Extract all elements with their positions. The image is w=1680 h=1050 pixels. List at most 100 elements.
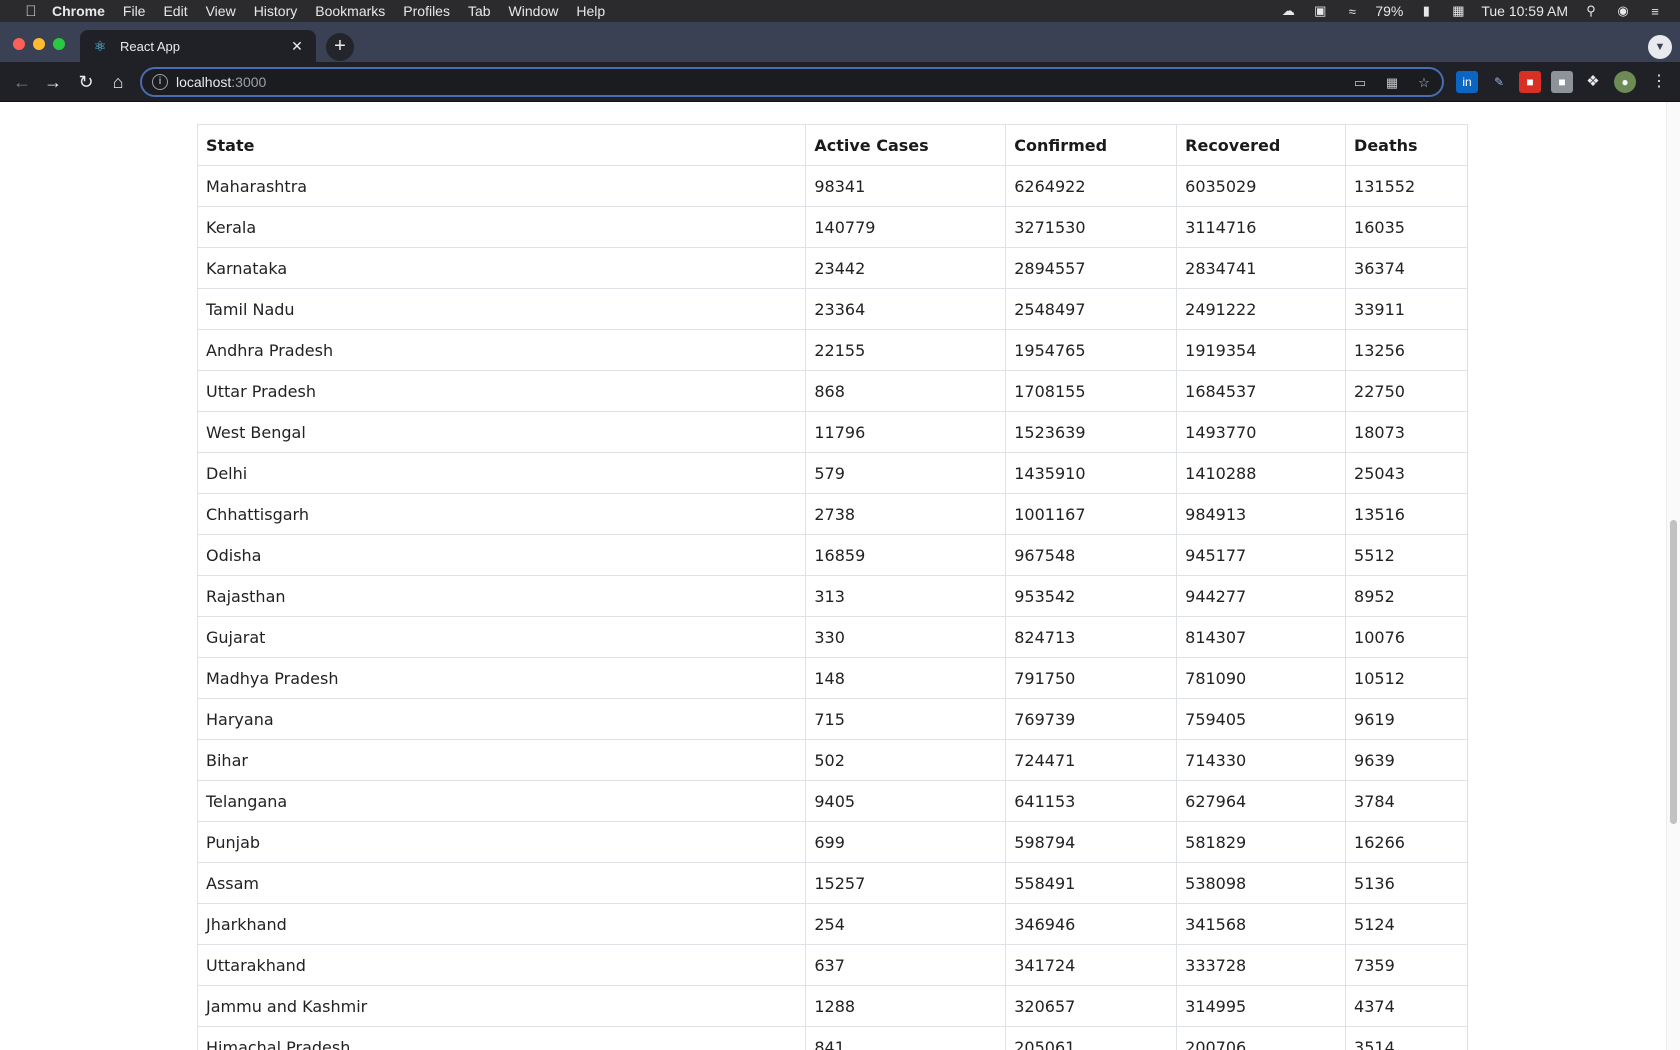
cell-deaths: 4374 <box>1345 985 1468 1027</box>
apple-menu-icon[interactable]:  <box>20 3 42 20</box>
browser-tab-active[interactable]: ⚛ React App ✕ <box>80 30 316 62</box>
table-row: Madhya Pradesh 148 791750 781090 10512 <box>196 657 1468 699</box>
control-center-icon[interactable]: ≡ <box>1646 4 1664 19</box>
cell-recovered: 1410288 <box>1176 452 1347 494</box>
menu-app-chrome[interactable]: Chrome <box>52 3 105 19</box>
cell-active-cases: 16859 <box>805 534 1007 576</box>
table-row: Delhi 579 1435910 1410288 25043 <box>196 452 1468 494</box>
menu-clock[interactable]: Tue 10:59 AM <box>1481 3 1568 19</box>
cell-state: Jharkhand <box>196 903 807 945</box>
cell-active-cases: 11796 <box>805 411 1007 453</box>
bookmark-star-icon[interactable]: ☆ <box>1414 73 1434 93</box>
cell-deaths: 13256 <box>1345 329 1468 371</box>
cell-recovered: 714330 <box>1176 739 1347 781</box>
cell-active-cases: 715 <box>805 698 1007 740</box>
creative-cloud-icon[interactable]: ☁ <box>1279 3 1297 18</box>
cell-recovered: 333728 <box>1176 944 1347 986</box>
home-icon[interactable]: ⌂ <box>106 70 130 94</box>
cell-confirmed: 2548497 <box>1005 288 1178 330</box>
cell-confirmed: 2894557 <box>1005 247 1178 289</box>
cell-confirmed: 1954765 <box>1005 329 1178 371</box>
notes-icon[interactable]: ▣ <box>1311 3 1329 18</box>
table-row: Haryana 715 769739 759405 9619 <box>196 698 1468 740</box>
forward-arrow-icon[interactable]: → <box>41 70 65 94</box>
cell-active-cases: 254 <box>805 903 1007 945</box>
cell-deaths: 16035 <box>1345 206 1468 248</box>
table-row: Assam 15257 558491 538098 5136 <box>196 862 1468 904</box>
cell-deaths: 131552 <box>1345 165 1468 207</box>
calendar-icon[interactable]: ▦ <box>1449 3 1467 18</box>
window-zoom-button[interactable] <box>53 38 65 50</box>
window-minimize-button[interactable] <box>33 38 45 50</box>
cell-confirmed: 1001167 <box>1005 493 1178 535</box>
cell-state: Uttarakhand <box>196 944 807 986</box>
cell-deaths: 33911 <box>1345 288 1468 330</box>
table-body: Maharashtra 98341 6264922 6035029 131552 Kera… <box>196 165 1468 1050</box>
table-row: Odisha 16859 967548 945177 5512 <box>196 534 1468 576</box>
menu-tab[interactable]: Tab <box>468 3 491 19</box>
header-state: State <box>196 124 807 166</box>
cell-confirmed: 641153 <box>1005 780 1178 822</box>
cell-deaths: 3784 <box>1345 780 1468 822</box>
page-scrollbar[interactable] <box>1666 102 1680 1050</box>
cell-recovered: 2491222 <box>1176 288 1347 330</box>
cell-state: Haryana <box>196 698 807 740</box>
cell-recovered: 1919354 <box>1176 329 1347 371</box>
red-extension-icon[interactable]: ■ <box>1519 71 1541 93</box>
cell-recovered: 781090 <box>1176 657 1347 699</box>
profile-avatar[interactable]: ● <box>1614 71 1636 93</box>
wifi-icon[interactable]: ≈ <box>1343 4 1361 19</box>
menu-history[interactable]: History <box>254 3 298 19</box>
state-cases-table: State Active Cases Confirmed Recovered D… <box>196 124 1468 1050</box>
cell-state: Himachal Pradesh <box>196 1026 807 1050</box>
scrollbar-thumb[interactable] <box>1670 520 1677 824</box>
new-tab-button[interactable]: + <box>326 33 354 61</box>
cell-recovered: 1493770 <box>1176 411 1347 453</box>
table-row: West Bengal 11796 1523639 1493770 18073 <box>196 411 1468 453</box>
address-bar[interactable]: i localhost:3000 ▭ ▦ ☆ <box>140 67 1444 97</box>
tab-close-icon[interactable]: ✕ <box>288 37 306 55</box>
cell-active-cases: 502 <box>805 739 1007 781</box>
cell-recovered: 814307 <box>1176 616 1347 658</box>
site-info-icon[interactable]: i <box>152 74 168 90</box>
cell-deaths: 10512 <box>1345 657 1468 699</box>
gray-extension-icon[interactable]: ■ <box>1551 71 1573 93</box>
cell-confirmed: 320657 <box>1005 985 1178 1027</box>
menu-window[interactable]: Window <box>509 3 559 19</box>
qr-code-icon[interactable]: ▦ <box>1382 73 1402 93</box>
menu-file[interactable]: File <box>123 3 146 19</box>
cell-state: Tamil Nadu <box>196 288 807 330</box>
table-row: Rajasthan 313 953542 944277 8952 <box>196 575 1468 617</box>
linkedin-extension-icon[interactable]: in <box>1456 71 1478 93</box>
cell-state: Jammu and Kashmir <box>196 985 807 1027</box>
cell-recovered: 984913 <box>1176 493 1347 535</box>
cell-deaths: 16266 <box>1345 821 1468 863</box>
extensions-puzzle-icon[interactable]: ❖ <box>1582 71 1604 93</box>
tab-search-icon[interactable]: ▼ <box>1648 35 1672 59</box>
menu-edit[interactable]: Edit <box>163 3 187 19</box>
cell-active-cases: 1288 <box>805 985 1007 1027</box>
spotlight-search-icon[interactable]: ⚲ <box>1582 3 1600 18</box>
menu-help[interactable]: Help <box>576 3 605 19</box>
pen-extension-icon[interactable]: ✎ <box>1488 71 1510 93</box>
browser-tab-strip: ⚛ React App ✕ + ▼ <box>0 22 1680 62</box>
cell-confirmed: 6264922 <box>1005 165 1178 207</box>
cell-deaths: 9619 <box>1345 698 1468 740</box>
cell-state: Karnataka <box>196 247 807 289</box>
back-arrow-icon[interactable]: ← <box>10 70 34 94</box>
window-close-button[interactable] <box>13 38 25 50</box>
battery-icon[interactable]: ▮ <box>1417 3 1435 18</box>
table-row: Punjab 699 598794 581829 16266 <box>196 821 1468 863</box>
reload-icon[interactable]: ↻ <box>74 70 98 94</box>
siri-icon[interactable]: ◉ <box>1614 3 1632 18</box>
table-row: Bihar 502 724471 714330 9639 <box>196 739 1468 781</box>
cell-confirmed: 791750 <box>1005 657 1178 699</box>
chrome-menu-icon[interactable]: ⋮ <box>1648 71 1670 93</box>
url-host: localhost <box>176 74 232 90</box>
cast-icon[interactable]: ▭ <box>1350 73 1370 93</box>
menu-profiles[interactable]: Profiles <box>403 3 450 19</box>
cell-confirmed: 558491 <box>1005 862 1178 904</box>
cell-confirmed: 769739 <box>1005 698 1178 740</box>
menu-bookmarks[interactable]: Bookmarks <box>315 3 385 19</box>
menu-view[interactable]: View <box>206 3 236 19</box>
